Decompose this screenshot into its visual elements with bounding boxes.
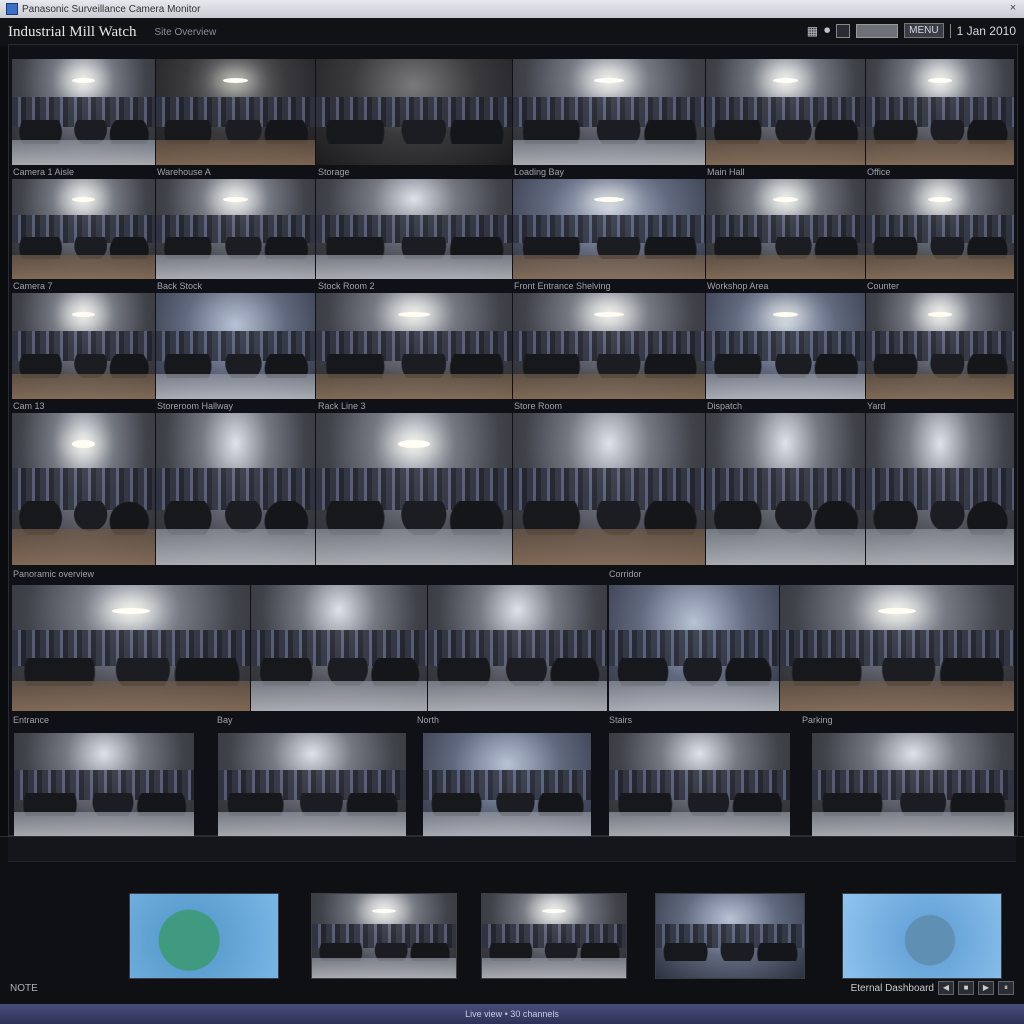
header-divider bbox=[949, 23, 951, 38]
camera-feed[interactable] bbox=[156, 413, 315, 565]
camera-label: Counter bbox=[867, 281, 900, 291]
camera-feed[interactable] bbox=[156, 179, 315, 279]
camera-label: Entrance bbox=[13, 715, 50, 725]
dashboard-label: Eternal Dashboard bbox=[850, 983, 934, 994]
window-titlebar: Panasonic Surveillance Camera Monitor × bbox=[0, 0, 1024, 19]
camera-thumbnail[interactable] bbox=[311, 893, 457, 979]
camera-feed[interactable] bbox=[513, 179, 705, 279]
status-text: Live view • 30 channels bbox=[465, 1009, 559, 1019]
camera-feed[interactable] bbox=[706, 59, 865, 165]
camera-label: Workshop Area bbox=[707, 281, 769, 291]
camera-feed[interactable] bbox=[706, 293, 865, 399]
close-icon[interactable]: × bbox=[1006, 1, 1020, 15]
camera-feed[interactable] bbox=[866, 179, 1014, 279]
menu-button[interactable]: MENU bbox=[904, 23, 944, 38]
app-icon bbox=[6, 3, 18, 15]
camera-label: Camera 7 bbox=[13, 281, 53, 291]
camera-feed[interactable] bbox=[12, 413, 155, 565]
camera-label: Parking bbox=[802, 715, 833, 725]
camera-label: Front Entrance Shelving bbox=[514, 281, 611, 291]
camera-feed[interactable] bbox=[316, 179, 512, 279]
window-title: Panasonic Surveillance Camera Monitor bbox=[22, 3, 201, 15]
camera-feed[interactable] bbox=[428, 585, 607, 711]
camera-feed[interactable] bbox=[513, 59, 705, 165]
record-icon[interactable]: ⏺ bbox=[824, 23, 830, 38]
camera-feed[interactable] bbox=[12, 179, 155, 279]
camera-label: Stairs bbox=[609, 715, 633, 725]
camera-feed[interactable] bbox=[609, 585, 779, 711]
camera-feed[interactable] bbox=[866, 59, 1014, 165]
header-controls: ▦ ⏺ MENU 1 Jan 2010 bbox=[807, 23, 1016, 38]
camera-feed[interactable] bbox=[14, 733, 194, 837]
camera-label: Corridor bbox=[609, 569, 642, 579]
camera-label: Rack Line 3 bbox=[318, 401, 366, 411]
app-header: Industrial Mill Watch Site Overview ▦ ⏺ … bbox=[0, 18, 1024, 46]
camera-feed[interactable] bbox=[251, 585, 427, 711]
camera-label: Bay bbox=[217, 715, 233, 725]
grid-icon[interactable]: ▦ bbox=[807, 24, 818, 38]
camera-feed[interactable] bbox=[866, 293, 1014, 399]
camera-feed[interactable] bbox=[218, 733, 406, 837]
camera-label: Storeroom Hallway bbox=[157, 401, 234, 411]
status-bar: Live view • 30 channels bbox=[0, 1004, 1024, 1024]
prev-icon[interactable]: ◀ bbox=[938, 981, 954, 995]
camera-label: Storage bbox=[318, 167, 350, 177]
camera-feed[interactable] bbox=[866, 413, 1014, 565]
camera-feed[interactable] bbox=[156, 293, 315, 399]
camera-label: Store Room bbox=[514, 401, 563, 411]
stop-icon[interactable]: ■ bbox=[958, 981, 974, 995]
camera-label: Back Stock bbox=[157, 281, 203, 291]
camera-label: Panoramic overview bbox=[13, 569, 95, 579]
strip-label: NOTE bbox=[10, 983, 38, 994]
pause-icon[interactable]: ⏸ bbox=[998, 981, 1014, 995]
play-icon[interactable]: ▶ bbox=[978, 981, 994, 995]
camera-thumbnail[interactable] bbox=[655, 893, 805, 979]
camera-thumbnail[interactable] bbox=[481, 893, 627, 979]
camera-label: Warehouse A bbox=[157, 167, 211, 177]
camera-feed[interactable] bbox=[12, 293, 155, 399]
camera-label: Loading Bay bbox=[514, 167, 565, 177]
map-thumbnail[interactable] bbox=[129, 893, 279, 979]
app-name: Industrial Mill Watch bbox=[8, 23, 137, 40]
map-thumbnail[interactable] bbox=[842, 893, 1002, 979]
playback-controls: ◀ ■ ▶ ⏸ bbox=[938, 981, 1014, 995]
camera-feed[interactable] bbox=[513, 413, 705, 565]
camera-feed[interactable] bbox=[780, 585, 1014, 711]
camera-feed[interactable] bbox=[316, 293, 512, 399]
thumbnail-strip: NOTE Eternal Dashboard ◀ ■ ▶ ⏸ bbox=[0, 836, 1024, 1005]
camera-feed[interactable] bbox=[706, 413, 865, 565]
camera-label: Main Hall bbox=[707, 167, 745, 177]
camera-label: North bbox=[417, 715, 440, 725]
camera-label: Yard bbox=[867, 401, 886, 411]
camera-feed[interactable] bbox=[706, 179, 865, 279]
app-subtitle: Site Overview bbox=[154, 26, 217, 38]
layout-toggle[interactable] bbox=[836, 23, 851, 38]
camera-feed[interactable] bbox=[812, 733, 1014, 837]
camera-label: Stock Room 2 bbox=[318, 281, 375, 291]
camera-label: Cam 13 bbox=[13, 401, 45, 411]
camera-feed[interactable] bbox=[513, 293, 705, 399]
camera-feed[interactable] bbox=[423, 733, 591, 837]
camera-feed[interactable] bbox=[316, 59, 512, 165]
camera-grid: Camera 1 Aisle Warehouse A Storage Loadi… bbox=[8, 44, 1018, 837]
camera-feed[interactable] bbox=[12, 585, 250, 711]
camera-feed[interactable] bbox=[156, 59, 315, 165]
camera-feed[interactable] bbox=[609, 733, 790, 837]
channel-input[interactable] bbox=[856, 23, 899, 38]
camera-feed[interactable] bbox=[12, 59, 155, 165]
camera-feed[interactable] bbox=[316, 413, 512, 565]
camera-label: Camera 1 Aisle bbox=[13, 167, 75, 177]
current-date: 1 Jan 2010 bbox=[956, 23, 1016, 38]
strip-toolbar bbox=[8, 837, 1016, 862]
camera-label: Office bbox=[867, 167, 891, 177]
camera-label: Dispatch bbox=[707, 401, 743, 411]
